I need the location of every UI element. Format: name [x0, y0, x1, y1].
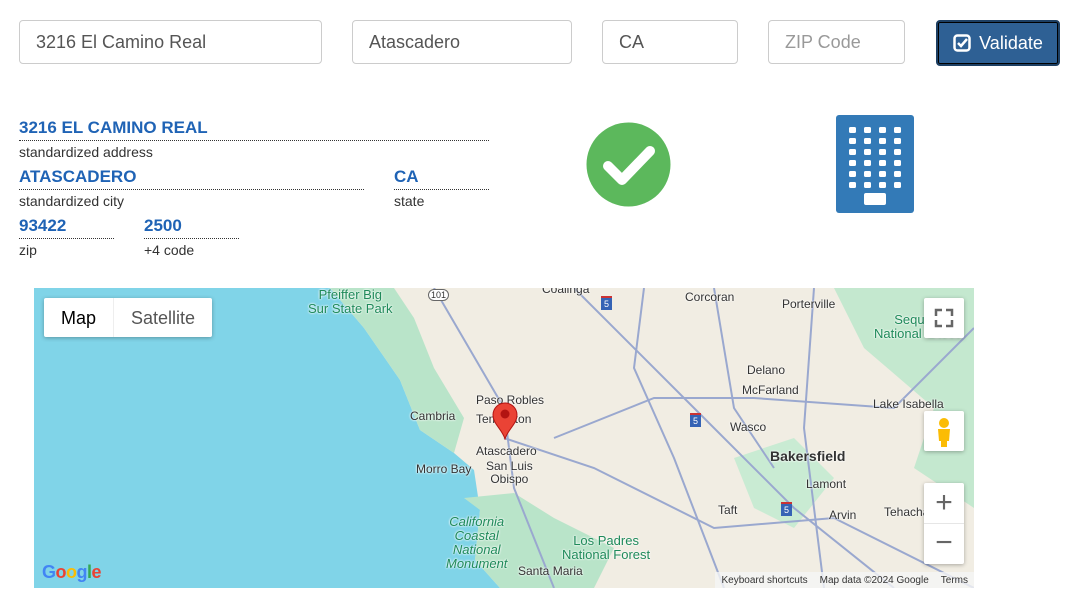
i5-shield: 5 [601, 296, 613, 310]
zoom-out-button[interactable]: − [924, 524, 964, 564]
map-footer: Keyboard shortcuts Map data ©2024 Google… [715, 572, 974, 588]
label-santa-maria: Santa Maria [518, 564, 583, 578]
label-mcfarland: McFarland [742, 383, 799, 397]
plus4-field: 2500 +4 code [144, 216, 239, 258]
label-cambria: Cambria [410, 409, 456, 423]
label-porterville: Porterville [782, 297, 836, 311]
map-type-control: Map Satellite [44, 298, 213, 337]
check-circle-icon [586, 122, 671, 207]
keyboard-shortcuts-link[interactable]: Keyboard shortcuts [721, 575, 807, 586]
map-type-satellite[interactable]: Satellite [114, 298, 212, 337]
validate-button[interactable]: Validate [936, 20, 1060, 66]
standardized-city: ATASCADERO standardized city [19, 167, 364, 209]
label-atascadero: Atascadero [476, 444, 537, 458]
label-taft: Taft [718, 503, 738, 517]
label-coastal-monument: California Coastal National Monument [446, 514, 508, 571]
label-coalinga: Coalinga [542, 288, 590, 296]
label-lake-isabella: Lake Isabella [873, 397, 944, 411]
city-input[interactable] [352, 20, 572, 64]
zoom-control: + − [924, 483, 964, 564]
state-input[interactable] [602, 20, 738, 64]
state-field: CA state [394, 167, 489, 209]
zip-input[interactable] [768, 20, 905, 64]
label-bakersfield: Bakersfield [770, 448, 846, 464]
i5-shield: 5 [690, 413, 702, 427]
map-type-map[interactable]: Map [44, 298, 115, 337]
label-los-padres: Los Padres National Forest [562, 533, 651, 562]
i5-shield: 5 [781, 502, 793, 516]
standardized-address: 3216 EL CAMINO REAL standardized address [19, 118, 489, 160]
label-morro-bay: Morro Bay [416, 462, 472, 476]
label-san-luis-obispo: San Luis Obispo [486, 459, 533, 486]
label-wasco: Wasco [730, 420, 767, 434]
google-logo: Google [42, 562, 102, 582]
label-corcoran: Corcoran [685, 290, 735, 304]
label-arvin: Arvin [829, 508, 857, 522]
pegman-icon [938, 418, 950, 447]
hwy-101-shield: 101 [428, 289, 450, 301]
map-data-attribution: Map data ©2024 Google [819, 574, 929, 586]
label-pfeiffer: Pfeiffer Big Sur State Park [308, 288, 393, 316]
validate-label: Validate [979, 32, 1043, 53]
label-delano: Delano [747, 363, 786, 377]
street-view-pegman[interactable] [924, 411, 964, 451]
terms-link[interactable]: Terms [941, 575, 968, 586]
check-square-icon [953, 34, 971, 52]
label-lamont: Lamont [806, 477, 847, 491]
zoom-in-button[interactable]: + [924, 483, 964, 524]
fullscreen-button[interactable] [924, 298, 964, 338]
map[interactable]: Pfeiffer Big Sur State Park 101 Coalinga… [34, 288, 974, 588]
zip-field: 93422 zip [19, 216, 114, 258]
fullscreen-icon [934, 308, 954, 328]
address-input[interactable] [19, 20, 322, 64]
map-pin-icon[interactable] [492, 402, 518, 440]
building-icon [836, 115, 914, 213]
